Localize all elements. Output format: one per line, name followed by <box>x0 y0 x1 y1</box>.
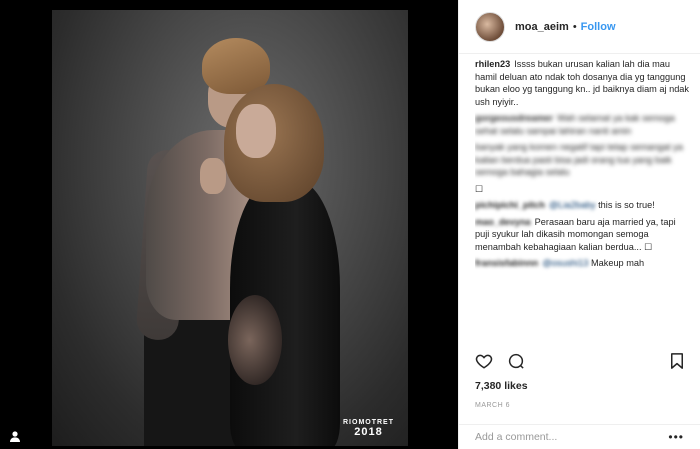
add-comment-input[interactable] <box>475 431 665 443</box>
action-bar <box>475 352 686 376</box>
comment-text: Makeup mah <box>590 258 645 268</box>
comment-item: rhilen23 Issss bukan urusan kalian lah di… <box>475 58 690 108</box>
comment-mention[interactable]: @osushi13 <box>542 258 588 268</box>
comment-item: banyak yang komen negatif tapi tetap sem… <box>475 141 690 179</box>
tag-person-icon[interactable] <box>8 429 22 443</box>
add-comment-bar: ••• <box>459 424 700 449</box>
post-header: moa_aeim • Follow <box>459 0 700 54</box>
comment-item: gorgeousdreamer Wah selamat ya kak semoga… <box>475 112 690 137</box>
comment-username[interactable]: rhilen23 <box>475 59 510 69</box>
post-username[interactable]: moa_aeim <box>515 21 569 33</box>
photo-watermark: RIOMOTRET 2018 <box>343 419 394 438</box>
comment-item: ☐ <box>475 183 690 196</box>
comment-icon[interactable] <box>507 352 525 370</box>
watermark-name: RIOMOTRET <box>343 419 394 426</box>
separator-dot: • <box>572 20 577 33</box>
comment-item: pichipichi_pitch @Lia2baby this is so tru… <box>475 199 690 212</box>
comment-list: rhilen23 Issss bukan urusan kalian lah di… <box>475 58 690 344</box>
photo-figure <box>236 104 276 158</box>
comment-text: this is so true! <box>598 200 655 210</box>
follow-button[interactable]: Follow <box>581 21 616 33</box>
post-date[interactable]: MARCH 6 <box>475 402 510 409</box>
comment-username[interactable]: gorgeousdreamer <box>475 113 553 123</box>
avatar[interactable] <box>475 11 505 42</box>
post-photo[interactable]: RIOMOTRET 2018 <box>52 10 408 446</box>
likes-count[interactable]: 7,380 likes <box>475 380 528 392</box>
more-options-icon[interactable]: ••• <box>668 430 684 444</box>
comment-username[interactable]: fransisfabinnn <box>475 258 538 268</box>
comment-mention[interactable]: @Lia2baby <box>549 200 596 210</box>
comment-emoji: ☐ <box>475 183 484 194</box>
photo-figure <box>200 158 226 194</box>
post-side-panel: moa_aeim • Follow rhilen23 Issss bukan ur… <box>458 0 700 449</box>
comment-text: banyak yang komen negatif tapi tetap sem… <box>475 142 683 177</box>
heart-icon[interactable] <box>475 352 493 370</box>
photo-pane: RIOMOTRET 2018 <box>0 0 458 449</box>
photo-figure <box>228 295 282 385</box>
comment-item: mao_devyna Perasaan baru aja married ya, … <box>475 216 690 254</box>
save-icon[interactable] <box>668 352 686 370</box>
watermark-year: 2018 <box>354 426 383 438</box>
comment-username[interactable]: mao_devyna <box>475 217 531 227</box>
comment-item: fransisfabinnn @osushi13 Makeup mah <box>475 257 690 270</box>
comment-username[interactable]: pichipichi_pitch <box>475 200 545 210</box>
